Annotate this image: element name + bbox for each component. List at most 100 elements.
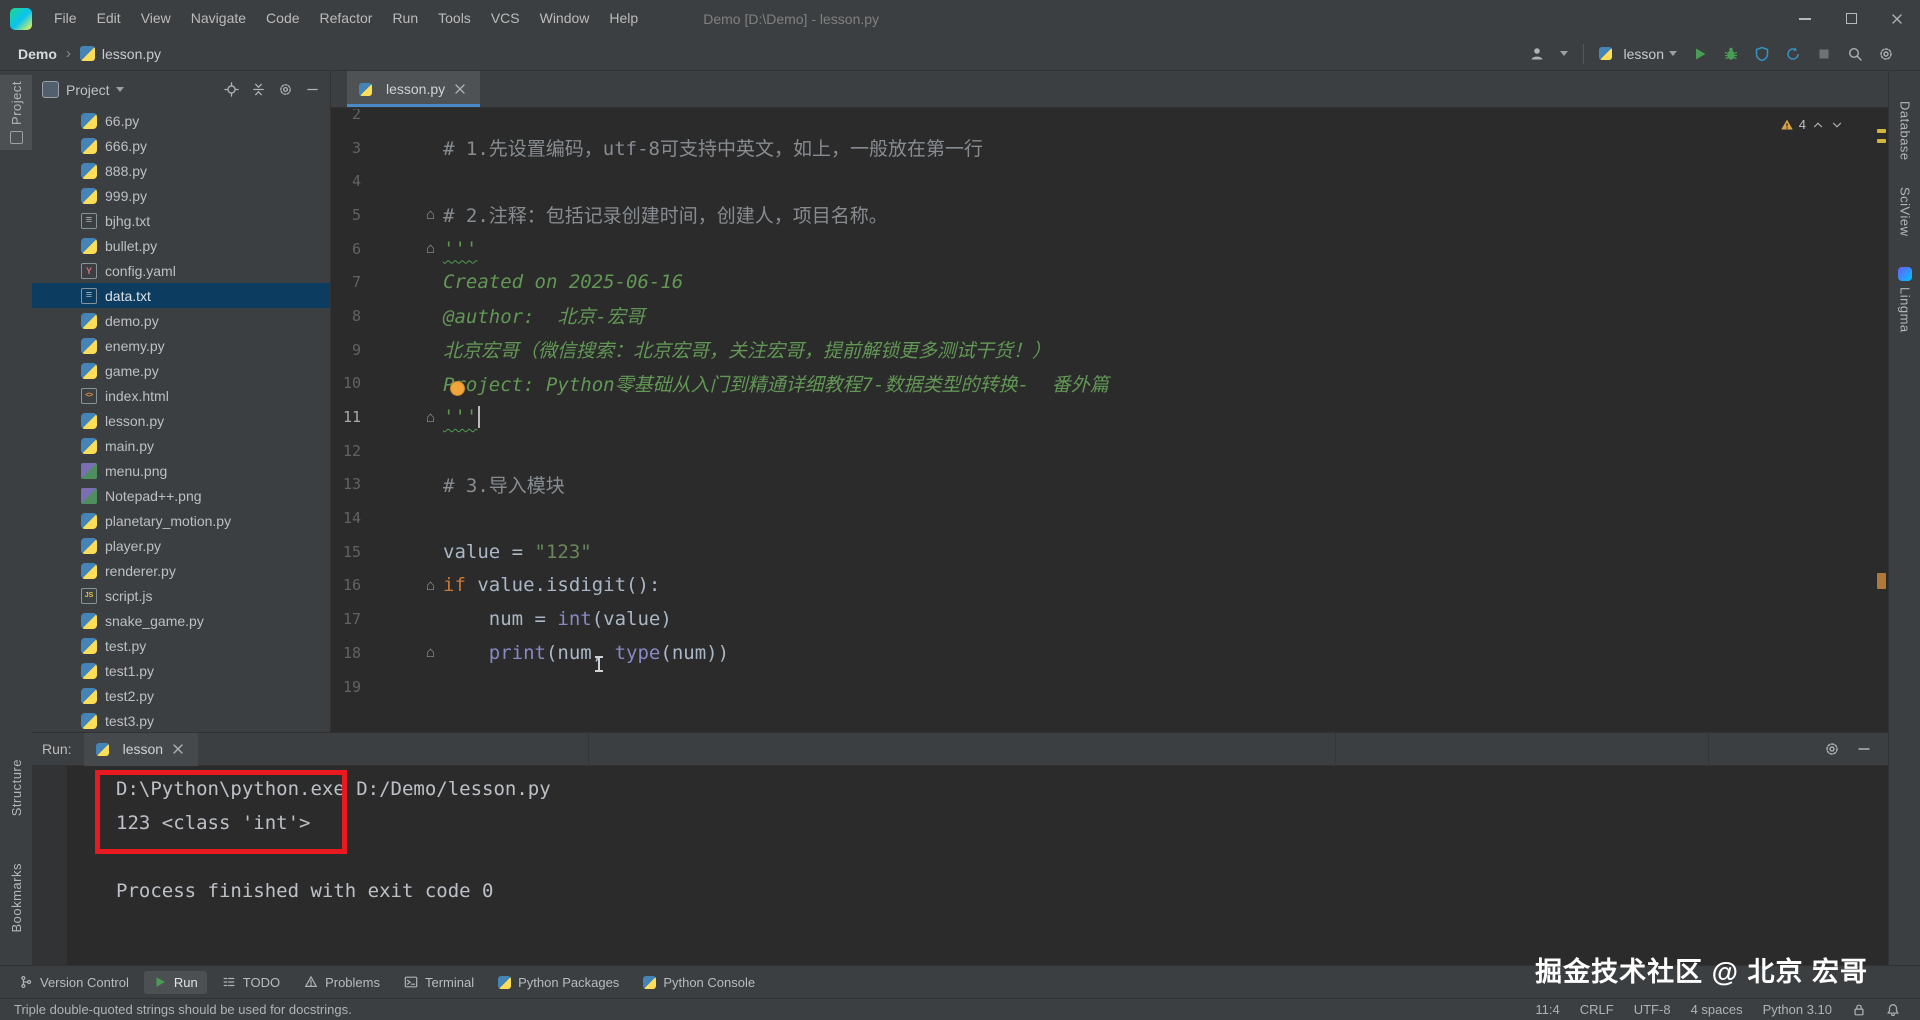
restart-button[interactable] — [1785, 46, 1801, 62]
project-file-enemy.py[interactable]: enemy.py — [32, 333, 330, 358]
next-warning-icon[interactable] — [1830, 118, 1844, 132]
minimize-panel-icon[interactable] — [1856, 741, 1872, 757]
toolwindow-button-problems[interactable]: Problems — [295, 971, 389, 994]
previous-warning-icon[interactable] — [1811, 118, 1825, 132]
project-file-test1.py[interactable]: test1.py — [32, 658, 330, 683]
run-config-selector[interactable]: lesson — [1598, 46, 1677, 62]
project-file-data.txt[interactable]: ≡ data.txt — [32, 283, 330, 308]
toolwindow-button-version-control[interactable]: Version Control — [10, 971, 138, 994]
line-number[interactable]: 9 — [331, 341, 361, 359]
editor-line-2[interactable]: 2 — [331, 109, 1888, 131]
indent-style[interactable]: 4 spaces — [1691, 1002, 1743, 1017]
fold-icon[interactable]: ⌂ — [426, 578, 435, 593]
project-file-test3.py[interactable]: test3.py — [32, 708, 330, 732]
run-settings-gear-icon[interactable] — [1824, 741, 1840, 757]
editor-line-16[interactable]: 16 ⌂ if value.isdigit(): — [331, 569, 1888, 603]
tab-close-icon[interactable] — [452, 81, 468, 97]
project-file-666.py[interactable]: 666.py — [32, 133, 330, 158]
line-number[interactable]: 13 — [331, 475, 361, 493]
strip-item-database[interactable]: Database — [1889, 95, 1920, 167]
line-number[interactable]: 10 — [331, 374, 361, 392]
project-file-test2.py[interactable]: test2.py — [32, 683, 330, 708]
project-file-snake_game.py[interactable]: snake_game.py — [32, 608, 330, 633]
project-file-main.py[interactable]: main.py — [32, 433, 330, 458]
project-file-999.py[interactable]: 999.py — [32, 183, 330, 208]
project-dropdown-icon[interactable] — [115, 87, 124, 92]
locate-file-icon[interactable] — [224, 82, 239, 97]
breadcrumb-file[interactable]: lesson.py — [102, 46, 161, 62]
project-file-bullet.py[interactable]: bullet.py — [32, 233, 330, 258]
user-dropdown-icon[interactable] — [1559, 51, 1568, 56]
line-number[interactable]: 14 — [331, 509, 361, 527]
editor-line-15[interactable]: 15 value = "123" — [331, 535, 1888, 569]
run-button[interactable] — [1692, 46, 1708, 62]
menu-code[interactable]: Code — [256, 0, 309, 37]
strip-item-lingma[interactable]: Lingma — [1889, 261, 1920, 339]
editor-line-18[interactable]: 18 ⌂ print(num, type(num)) — [331, 636, 1888, 670]
line-number[interactable]: 19 — [331, 678, 361, 696]
strip-item-bookmarks[interactable]: Bookmarks — [0, 857, 32, 939]
settings-gear-icon[interactable] — [1878, 46, 1894, 62]
menu-window[interactable]: Window — [530, 0, 600, 37]
line-number[interactable]: 15 — [331, 543, 361, 561]
editor-content[interactable]: 2 3 # 1.先设置编码，utf-8可支持中英文，如上，一般放在第一行 4 5 ⌂ # 2… — [331, 109, 1888, 732]
line-separator[interactable]: CRLF — [1580, 1002, 1614, 1017]
menu-file[interactable]: File — [44, 0, 87, 37]
project-tree[interactable]: 66.py 666.py 888.py 999.py ≡ bjhg.txt bullet.p… — [32, 108, 330, 732]
project-file-demo.py[interactable]: demo.py — [32, 308, 330, 333]
line-number[interactable]: 11 — [331, 408, 361, 426]
menu-vcs[interactable]: VCS — [481, 0, 530, 37]
project-file-index.html[interactable]: <> index.html — [32, 383, 330, 408]
hide-panel-icon[interactable] — [305, 82, 320, 97]
project-file-66.py[interactable]: 66.py — [32, 108, 330, 133]
editor-line-14[interactable]: 14 — [331, 501, 1888, 535]
editor-line-17[interactable]: 17 num = int(value) — [331, 602, 1888, 636]
line-number[interactable]: 2 — [331, 109, 361, 123]
editor-line-8[interactable]: 8 @author: 北京-宏哥 — [331, 299, 1888, 333]
project-file-config.yaml[interactable]: Yconfig.yaml — [32, 258, 330, 283]
collapse-all-icon[interactable] — [251, 82, 266, 97]
editor-tab-lesson[interactable]: lesson.py — [347, 71, 481, 107]
project-settings-icon[interactable] — [278, 82, 293, 97]
line-number[interactable]: 6 — [331, 240, 361, 258]
fold-icon[interactable]: ⌂ — [426, 645, 435, 660]
editor-line-19[interactable]: 19 — [331, 670, 1888, 704]
project-file-lesson.py[interactable]: lesson.py — [32, 408, 330, 433]
editor-line-11[interactable]: 11 ⌂ ''' — [331, 400, 1888, 434]
minimize-button[interactable] — [1782, 0, 1828, 37]
caret-position[interactable]: 11:4 — [1535, 1002, 1559, 1017]
run-tab-lesson[interactable]: lesson — [83, 732, 199, 766]
file-encoding[interactable]: UTF-8 — [1634, 1002, 1671, 1017]
editor-line-5[interactable]: 5 ⌂ # 2.注释：包括记录创建时间，创建人，项目名称。 — [331, 198, 1888, 232]
menu-view[interactable]: View — [131, 0, 181, 37]
notifications-icon[interactable] — [1886, 1003, 1900, 1017]
line-number[interactable]: 4 — [331, 172, 361, 190]
maximize-button[interactable] — [1828, 0, 1874, 37]
project-file-renderer.py[interactable]: renderer.py — [32, 558, 330, 583]
editor-line-3[interactable]: 3 # 1.先设置编码，utf-8可支持中英文，如上，一般放在第一行 — [331, 131, 1888, 165]
menu-navigate[interactable]: Navigate — [181, 0, 256, 37]
editor-line-4[interactable]: 4 — [331, 164, 1888, 198]
menu-help[interactable]: Help — [599, 0, 648, 37]
fold-icon[interactable]: ⌂ — [426, 207, 435, 222]
toolwindow-button-todo[interactable]: TODO — [213, 971, 289, 994]
search-icon[interactable] — [1847, 46, 1863, 62]
project-file-script.js[interactable]: JS script.js — [32, 583, 330, 608]
menu-run[interactable]: Run — [382, 0, 428, 37]
project-file-notepad++.png[interactable]: Notepad++.png — [32, 483, 330, 508]
line-number[interactable]: 3 — [331, 139, 361, 157]
line-number[interactable]: 18 — [331, 644, 361, 662]
line-number[interactable]: 5 — [331, 206, 361, 224]
stop-button[interactable] — [1816, 46, 1832, 62]
fold-icon[interactable]: ⌂ — [426, 410, 435, 425]
strip-item-sciview[interactable]: SciView — [1889, 181, 1920, 243]
lock-icon[interactable] — [1852, 1003, 1866, 1017]
debug-button[interactable] — [1723, 46, 1739, 62]
project-file-888.py[interactable]: 888.py — [32, 158, 330, 183]
line-number[interactable]: 12 — [331, 442, 361, 460]
project-file-test.py[interactable]: test.py — [32, 633, 330, 658]
project-file-game.py[interactable]: game.py — [32, 358, 330, 383]
breadcrumb-project[interactable]: Demo — [18, 46, 57, 62]
line-number[interactable]: 8 — [331, 307, 361, 325]
project-file-player.py[interactable]: player.py — [32, 533, 330, 558]
